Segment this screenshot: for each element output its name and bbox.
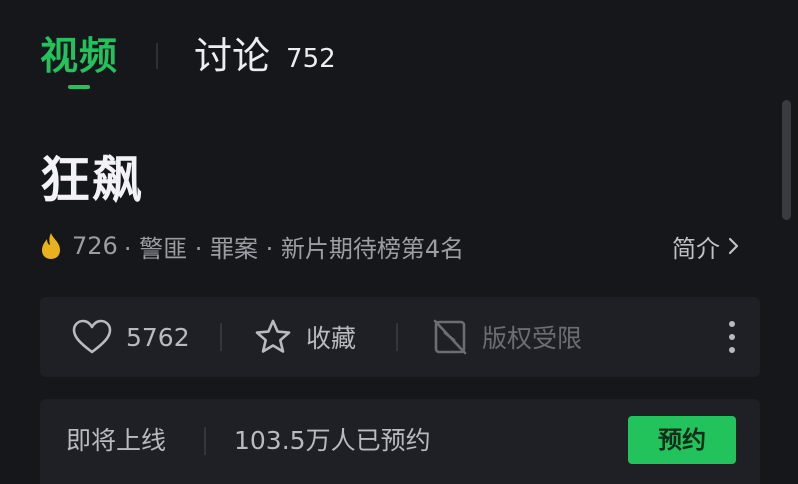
video-detail-page: 视频 讨论 752 狂飙 726 · 警匪 · 罪案 · 新片期待榜第4名 简介… xyxy=(0,0,798,484)
tab-bar: 视频 讨论 752 xyxy=(40,26,336,89)
reserve-button[interactable]: 预约 xyxy=(628,416,736,464)
favorite-label: 收藏 xyxy=(306,324,357,353)
like-button[interactable]: 5762 xyxy=(72,297,190,377)
intro-link[interactable]: 简介 xyxy=(672,228,740,264)
tab-discussion-label: 讨论 xyxy=(194,34,271,78)
star-icon xyxy=(255,319,291,353)
heat-value: 726 xyxy=(72,232,118,260)
action-bar: 5762 收藏 版权受限 xyxy=(40,297,760,377)
upcoming-divider xyxy=(204,427,206,455)
upcoming-release-card: 即将上线 103.5万人已预约 预约 xyxy=(40,399,760,484)
show-tags: · 警匪 · 罪案 · 新片期待榜第4名 xyxy=(123,234,465,263)
chevron-right-icon xyxy=(728,237,739,255)
discussion-count: 752 xyxy=(286,44,336,74)
reservation-count: 103.5万人已预约 xyxy=(234,426,431,455)
action-divider xyxy=(220,323,222,351)
tab-video[interactable]: 视频 xyxy=(40,30,119,89)
no-copyright-icon xyxy=(433,319,467,355)
action-divider xyxy=(396,323,398,351)
tab-discussion[interactable]: 讨论 xyxy=(194,30,270,82)
favorite-button[interactable]: 收藏 xyxy=(254,297,356,377)
show-meta: 726 · 警匪 · 罪案 · 新片期待榜第4名 xyxy=(40,228,464,264)
tab-active-indicator xyxy=(68,85,90,89)
copyright-restricted: 版权受限 xyxy=(432,297,582,377)
upcoming-status: 即将上线 xyxy=(66,426,167,455)
heart-icon xyxy=(72,319,112,354)
show-title: 狂飙 xyxy=(40,151,144,209)
copyright-label: 版权受限 xyxy=(482,324,583,353)
intro-label: 简介 xyxy=(672,234,720,263)
flame-icon xyxy=(42,233,60,259)
tab-divider xyxy=(156,43,159,69)
scrollbar-thumb[interactable] xyxy=(782,100,791,220)
tab-video-label: 视频 xyxy=(40,34,119,78)
like-count: 5762 xyxy=(126,322,190,352)
more-vertical-icon[interactable] xyxy=(720,319,744,355)
